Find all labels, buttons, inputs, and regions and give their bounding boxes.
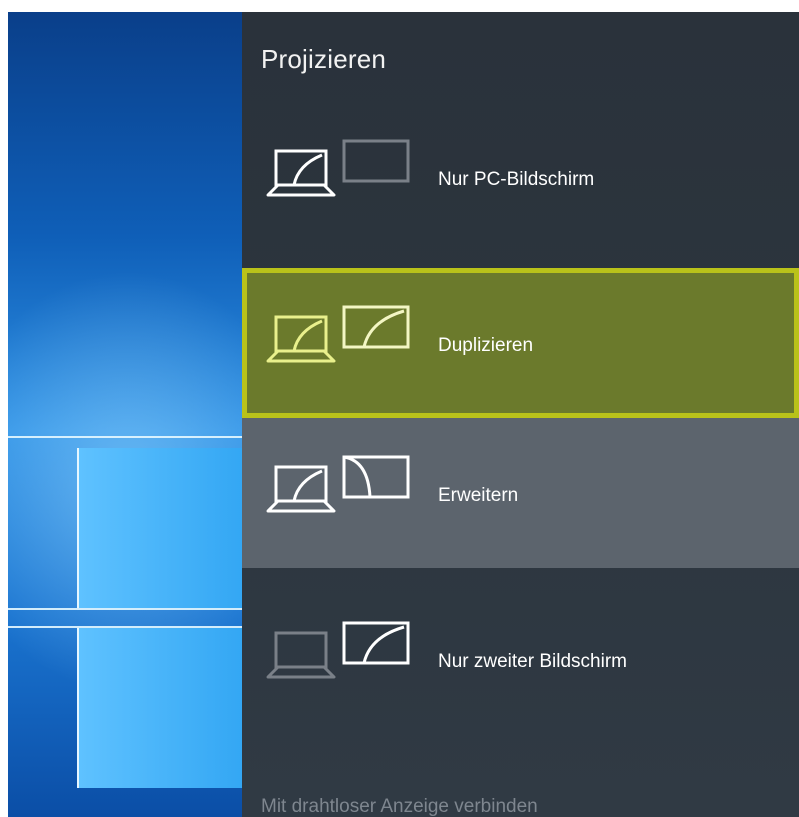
screen: Projizieren Nur PC-Bildschirm Dupliziere… — [8, 12, 799, 817]
extend-icon — [266, 455, 410, 513]
option-label: Erweitern — [438, 485, 519, 506]
windows-logo-edge — [77, 628, 79, 788]
option-extend[interactable]: Erweitern — [242, 418, 799, 568]
second-screen-only-icon — [266, 621, 410, 679]
connect-wireless-display-link[interactable]: Mit drahtloser Anzeige verbinden — [261, 796, 538, 817]
light-beam — [8, 608, 268, 610]
pc-screen-only-icon — [266, 139, 410, 197]
option-duplicate[interactable]: Duplizieren — [242, 268, 799, 418]
duplicate-icon — [266, 305, 410, 363]
flyout-title: Projizieren — [261, 44, 387, 74]
light-beam — [8, 626, 268, 628]
option-second-screen-only[interactable]: Nur zweiter Bildschirm — [242, 584, 799, 734]
option-label: Nur zweiter Bildschirm — [438, 651, 627, 672]
option-label: Nur PC-Bildschirm — [438, 169, 595, 190]
desktop-wallpaper — [8, 12, 278, 817]
windows-logo-edge — [77, 448, 79, 608]
option-label: Duplizieren — [438, 335, 534, 356]
option-pc-screen-only[interactable]: Nur PC-Bildschirm — [242, 102, 799, 252]
project-flyout: Projizieren Nur PC-Bildschirm Dupliziere… — [242, 12, 799, 817]
light-beam — [8, 436, 268, 438]
